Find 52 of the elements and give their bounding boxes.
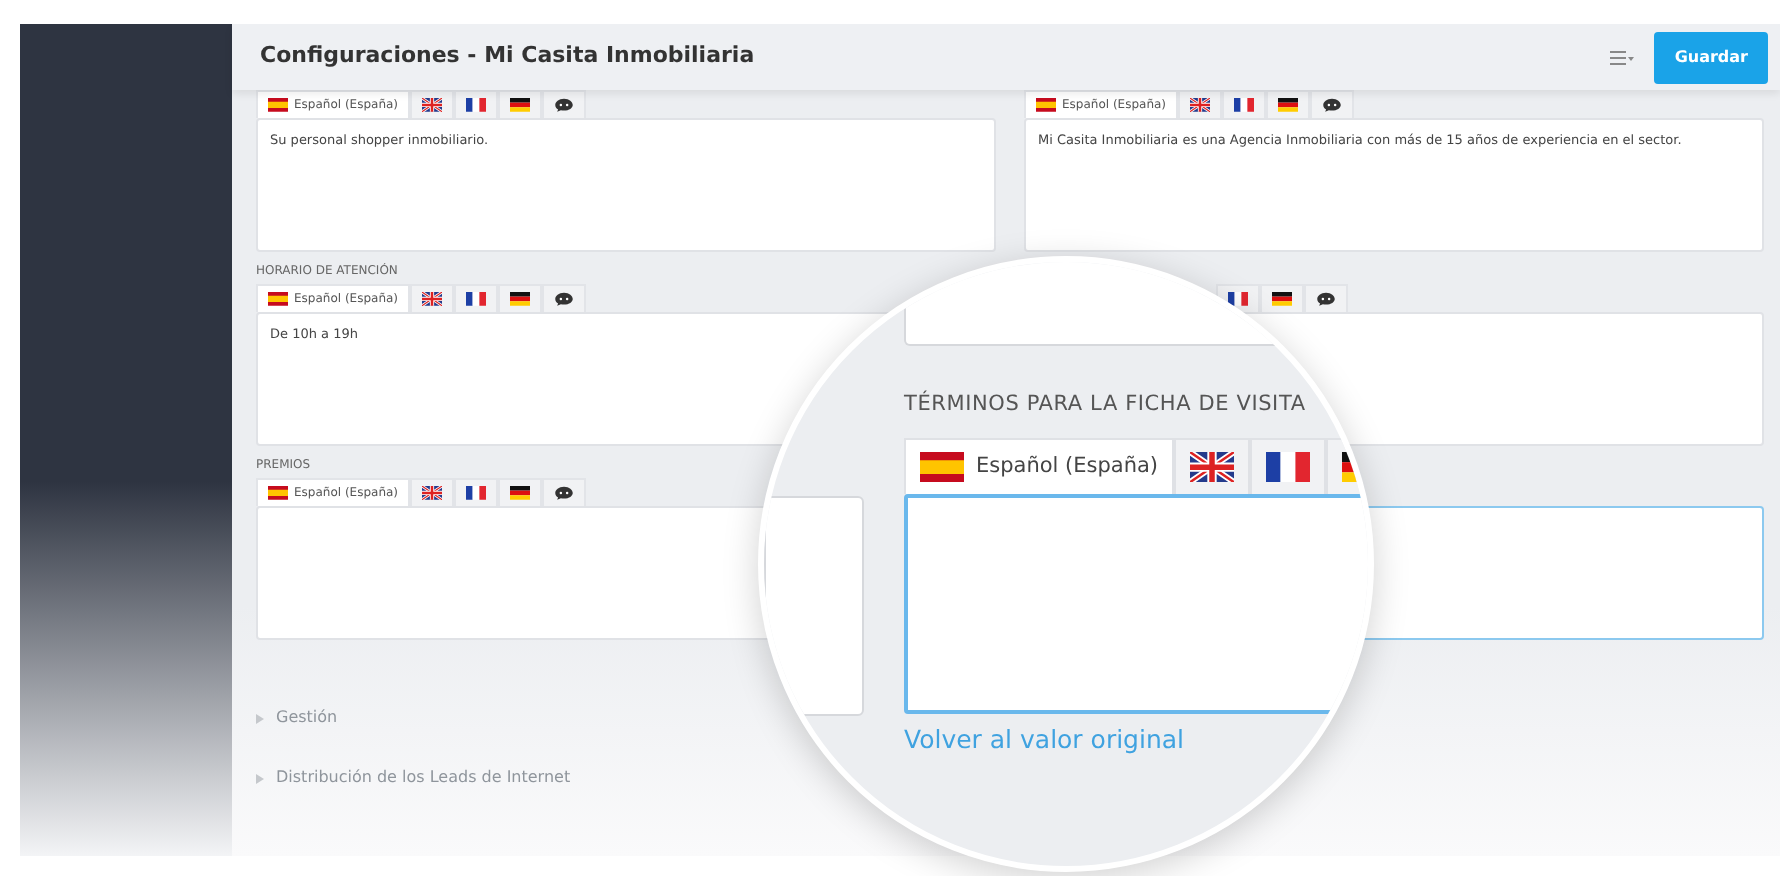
language-tab[interactable]	[1222, 90, 1267, 118]
language-tab[interactable]	[1174, 438, 1251, 494]
germany-flag-icon	[510, 486, 531, 500]
language-tab[interactable]	[542, 478, 587, 506]
language-tab[interactable]	[410, 284, 455, 312]
france-flag-icon	[1266, 451, 1311, 483]
france-flag-icon	[1228, 292, 1248, 306]
caret-icon	[256, 773, 264, 783]
uk-flag-icon	[422, 292, 443, 306]
germany-flag-icon	[510, 98, 531, 112]
france-flag-icon	[466, 486, 487, 500]
language-tab[interactable]	[410, 478, 455, 506]
language-tab[interactable]	[1260, 284, 1304, 312]
germany-flag-icon	[510, 292, 531, 306]
spain-flag-icon	[268, 292, 288, 306]
spain-flag-icon	[268, 98, 288, 112]
germany-flag-icon	[1272, 292, 1292, 306]
language-tab[interactable]	[1266, 90, 1311, 118]
spain-flag-icon	[1036, 98, 1056, 112]
speech-bubble-icon	[1316, 292, 1336, 306]
speech-bubble-icon	[1322, 98, 1343, 112]
spain-flag-icon	[920, 451, 964, 483]
language-tab[interactable]	[454, 478, 499, 506]
language-tab[interactable]	[1304, 284, 1348, 312]
textarea-field[interactable]	[904, 494, 1368, 714]
caret-icon	[256, 713, 264, 723]
language-tab[interactable]	[498, 478, 543, 506]
language-tab[interactable]	[498, 284, 543, 312]
page-title: Configuraciones - Mi Casita Inmobiliaria	[260, 40, 757, 73]
speech-bubble-icon	[554, 292, 575, 306]
france-flag-icon	[466, 98, 487, 112]
language-tab[interactable]: Español (España)	[904, 438, 1175, 494]
uk-flag-icon	[422, 98, 443, 112]
speech-bubble-icon	[554, 98, 575, 112]
spain-flag-icon	[268, 486, 288, 500]
uk-flag-icon	[1190, 451, 1235, 483]
language-tab[interactable]	[498, 90, 543, 118]
language-tab[interactable]	[542, 90, 587, 118]
language-tab[interactable]	[542, 284, 587, 312]
list-menu-icon[interactable]	[1610, 49, 1635, 65]
language-tab[interactable]	[454, 90, 499, 118]
language-tab[interactable]	[454, 284, 499, 312]
france-flag-icon	[1234, 98, 1255, 112]
language-tab[interactable]	[1310, 90, 1355, 118]
language-tab[interactable]	[1178, 90, 1223, 118]
uk-flag-icon	[422, 486, 443, 500]
speech-bubble-icon	[554, 486, 575, 500]
language-tab[interactable]	[1250, 438, 1327, 494]
language-tab[interactable]	[410, 90, 455, 118]
uk-flag-icon	[1190, 98, 1211, 112]
germany-flag-icon	[1278, 98, 1299, 112]
france-flag-icon	[466, 292, 487, 306]
